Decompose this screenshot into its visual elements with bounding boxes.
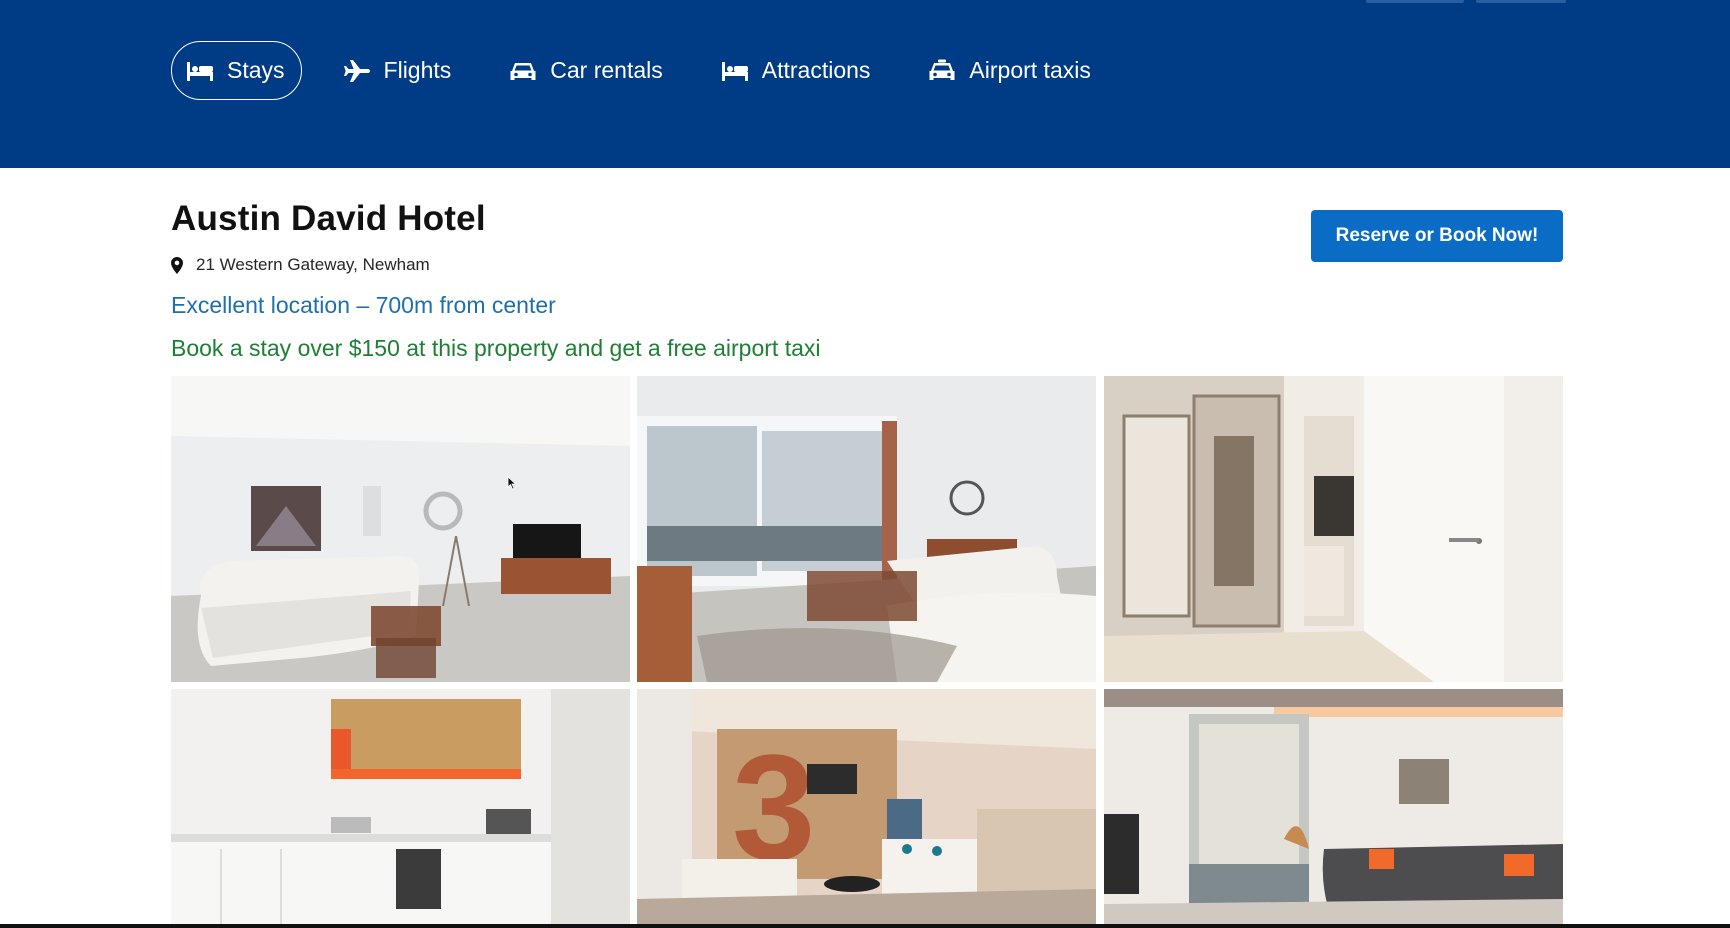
living-room-photo[interactable] xyxy=(171,376,630,682)
nav-item-stays[interactable]: Stays xyxy=(171,41,302,100)
bottom-edge xyxy=(0,924,1730,928)
product-nav: Stays Flights Car rentals Attractions Ai… xyxy=(171,41,1108,100)
location-note: Excellent location – 700m from center xyxy=(171,292,556,318)
nav-item-label: Airport taxis xyxy=(969,57,1091,83)
kitchen-photo[interactable] xyxy=(171,689,630,924)
nav-item-car-rentals[interactable]: Car rentals xyxy=(494,41,679,100)
mouse-cursor-icon xyxy=(507,476,517,490)
top-header: Stays Flights Car rentals Attractions Ai… xyxy=(0,0,1730,168)
header-decoration xyxy=(1476,0,1566,3)
bed-icon xyxy=(187,61,213,81)
nav-item-label: Flights xyxy=(383,57,452,83)
nav-item-label: Stays xyxy=(227,57,285,83)
hotel-address: 21 Western Gateway, Newham xyxy=(171,255,430,275)
promo-text: Book a stay over $150 at this property a… xyxy=(171,335,821,361)
bed-icon xyxy=(721,61,748,81)
living-room-balcony-photo[interactable] xyxy=(637,376,1096,682)
taxi-icon xyxy=(929,59,955,80)
nav-item-label: Attractions xyxy=(761,57,871,83)
hotel-name: Austin David Hotel xyxy=(171,199,486,238)
lounge-window-photo[interactable] xyxy=(1104,689,1563,924)
nav-item-airport-taxis[interactable]: Airport taxis xyxy=(913,41,1107,100)
reserve-button[interactable]: Reserve or Book Now! xyxy=(1311,210,1563,262)
header-decoration xyxy=(1366,0,1464,3)
hallway-wardrobe-photo[interactable] xyxy=(1104,376,1563,682)
plane-icon xyxy=(343,59,370,82)
nav-item-flights[interactable]: Flights xyxy=(328,41,469,100)
lobby-lounge-photo[interactable]: 3 xyxy=(637,689,1096,924)
car-icon xyxy=(510,62,536,80)
address-text: 21 Western Gateway, Newham xyxy=(196,255,430,274)
nav-item-attractions[interactable]: Attractions xyxy=(706,41,888,100)
map-pin-icon xyxy=(171,256,183,274)
nav-item-label: Car rentals xyxy=(550,57,663,83)
